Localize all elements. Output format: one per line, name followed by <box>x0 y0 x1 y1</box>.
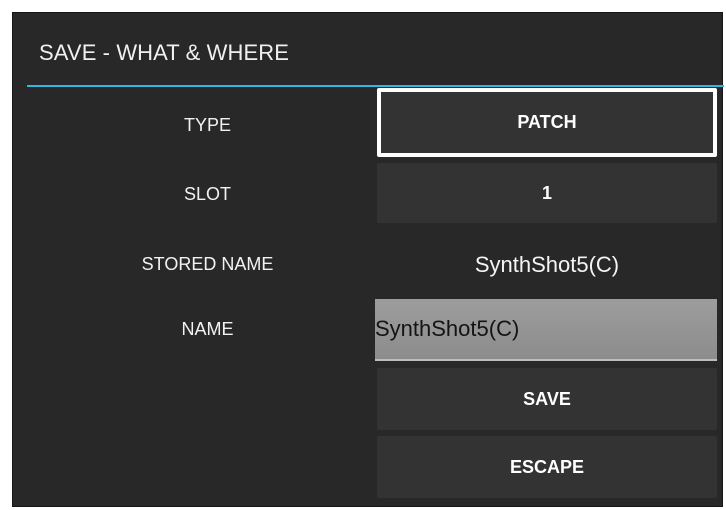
type-button[interactable]: PATCH <box>377 88 717 157</box>
stored-name-label: STORED NAME <box>141 254 274 274</box>
name-input[interactable]: SynthShot5(C) <box>375 299 717 361</box>
stored-name-value: SynthShot5(C) <box>474 252 620 277</box>
save-dialog: SAVE - WHAT & WHERE TYPE PATCH SLOT 1 ST… <box>12 12 724 507</box>
type-label: TYPE <box>183 115 231 135</box>
name-label: NAME <box>181 319 234 339</box>
slot-button[interactable]: 1 <box>377 163 717 223</box>
dialog-title-bar: SAVE - WHAT & WHERE <box>13 13 724 87</box>
save-button[interactable]: SAVE <box>377 368 717 430</box>
escape-button[interactable]: ESCAPE <box>377 436 717 498</box>
slot-label: SLOT <box>183 184 231 204</box>
title-divider <box>27 85 724 87</box>
dialog-title: SAVE - WHAT & WHERE <box>39 40 290 65</box>
